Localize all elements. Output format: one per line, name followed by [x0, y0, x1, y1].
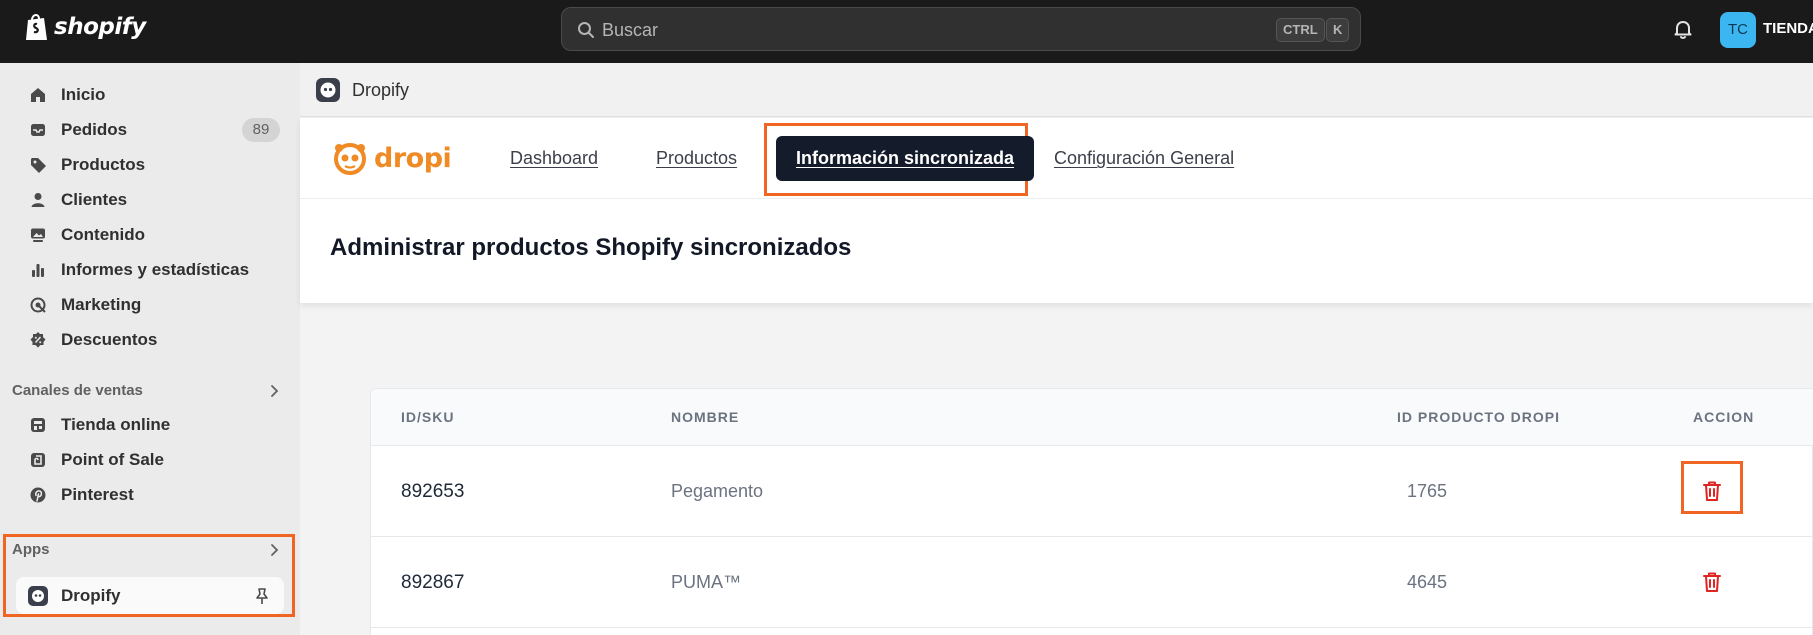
sidebar-item-label: Contenido	[61, 224, 146, 244]
cell-sku: 892867	[401, 572, 465, 593]
column-header-sku: ID/SKU	[401, 409, 455, 425]
cell-nombre: PUMA™	[671, 572, 742, 592]
table-row: 892653 Pegamento 1765	[371, 446, 1813, 537]
sidebar-item-label: Inicio	[61, 84, 106, 104]
inbox-icon	[28, 120, 48, 140]
tab-dashboard[interactable]: Dashboard	[510, 148, 598, 169]
sidebar-item-label: Informes y estadísticas	[61, 259, 250, 279]
page-title: Administrar productos Shopify sincroniza…	[330, 234, 852, 261]
avatar[interactable]: TC	[1720, 12, 1756, 48]
app-title: Dropify	[352, 80, 410, 100]
orders-count-badge: 89	[242, 118, 280, 142]
app-header: Dropify	[300, 63, 1813, 117]
dropi-logo-text: dropi	[374, 142, 452, 174]
sidebar-item-label: Pinterest	[61, 484, 134, 504]
sidebar-item-label: Dropify	[61, 585, 121, 605]
cell-nombre: Pegamento	[671, 481, 764, 501]
brand-name: shopify	[54, 14, 146, 40]
sidebar-item-point-of-sale[interactable]: Point of Sale	[16, 443, 284, 476]
pos-icon	[28, 450, 48, 470]
synced-products-table: ID/SKU NOMBRE ID PRODUCTO DROPI ACCION 8…	[370, 388, 1813, 635]
trash-icon[interactable]	[1700, 479, 1724, 503]
shortcut-ctrl-key: CTRL	[1276, 18, 1325, 42]
pinterest-icon	[28, 485, 48, 505]
sidebar-item-inicio[interactable]: Inicio	[16, 78, 284, 111]
tab-informacion-sincronizada[interactable]: Información sincronizada	[776, 136, 1035, 181]
app-frame: dropi Dashboard Productos Información si…	[300, 118, 1813, 635]
dropify-icon	[28, 585, 48, 606]
search-bar[interactable]: Buscar CTRL K	[561, 7, 1361, 51]
search-placeholder: Buscar	[602, 20, 659, 40]
person-icon	[28, 190, 48, 210]
shopify-logo[interactable]: shopify	[24, 12, 146, 42]
discount-icon	[28, 330, 48, 350]
sidebar-item-descuentos[interactable]: Descuentos	[16, 323, 284, 356]
sales-channels-title: Canales de ventas	[12, 382, 143, 399]
table-row: 892867 PUMA™ 4645	[371, 537, 1813, 628]
pin-icon[interactable]	[252, 586, 272, 606]
top-bar: shopify Buscar CTRL K TC TIENDA	[0, 0, 1813, 63]
sidebar-item-label: Descuentos	[61, 329, 158, 349]
sidebar-item-label: Productos	[61, 154, 146, 174]
store-name[interactable]: TIENDA	[1763, 20, 1813, 37]
home-icon	[28, 85, 48, 105]
sidebar-item-label: Pedidos	[61, 119, 128, 139]
target-icon	[28, 295, 48, 315]
sidebar-item-marketing[interactable]: Marketing	[16, 288, 284, 321]
sidebar-item-tienda-online[interactable]: Tienda online	[16, 408, 284, 441]
dropify-icon	[316, 78, 340, 102]
cell-sku: 892653	[401, 481, 465, 502]
sidebar-item-pedidos[interactable]: Pedidos 89	[16, 113, 284, 146]
column-header-accion: ACCION	[1693, 409, 1755, 425]
table-header: ID/SKU NOMBRE ID PRODUCTO DROPI ACCION	[371, 389, 1813, 446]
sidebar-item-contenido[interactable]: Contenido	[16, 218, 284, 251]
sidebar-item-productos[interactable]: Productos	[16, 148, 284, 181]
tab-configuracion-general[interactable]: Configuración General	[1054, 148, 1234, 169]
cell-dropi-id: 4645	[1407, 572, 1448, 592]
bar-chart-icon	[28, 260, 48, 280]
notification-bell-icon[interactable]	[1671, 17, 1695, 41]
shortcut-k-key: K	[1326, 18, 1350, 42]
dropi-logo[interactable]: dropi	[330, 138, 452, 178]
sidebar-item-label: Clientes	[61, 189, 128, 209]
sidebar-item-informes[interactable]: Informes y estadísticas	[16, 253, 284, 286]
sidebar-item-label: Tienda online	[61, 414, 171, 434]
sidebar-item-clientes[interactable]: Clientes	[16, 183, 284, 216]
sidebar-item-dropify[interactable]: Dropify	[16, 577, 284, 614]
search-icon	[578, 22, 594, 38]
main-content: Dropify dropi Dashboard Productos Inform…	[300, 63, 1813, 635]
cell-dropi-id: 1765	[1407, 481, 1448, 501]
column-header-dropi-id: ID PRODUCTO DROPI	[1397, 409, 1560, 425]
column-header-nombre: NOMBRE	[671, 409, 740, 425]
sidebar-item-pinterest[interactable]: Pinterest	[16, 478, 284, 511]
dropi-nav-card: dropi Dashboard Productos Información si…	[300, 118, 1813, 303]
image-icon	[28, 225, 48, 245]
tag-icon	[28, 155, 48, 175]
chevron-right-icon	[271, 385, 279, 397]
tab-productos[interactable]: Productos	[656, 148, 737, 169]
trash-icon[interactable]	[1700, 570, 1724, 594]
divider	[300, 198, 1813, 199]
sidebar-item-label: Point of Sale	[61, 449, 164, 469]
shopify-bag-icon	[26, 14, 47, 40]
store-icon	[28, 415, 48, 435]
dropi-mascot-icon	[334, 143, 366, 175]
sidebar-item-label: Marketing	[61, 294, 142, 314]
sales-channels-header[interactable]: Canales de ventas	[12, 379, 284, 403]
